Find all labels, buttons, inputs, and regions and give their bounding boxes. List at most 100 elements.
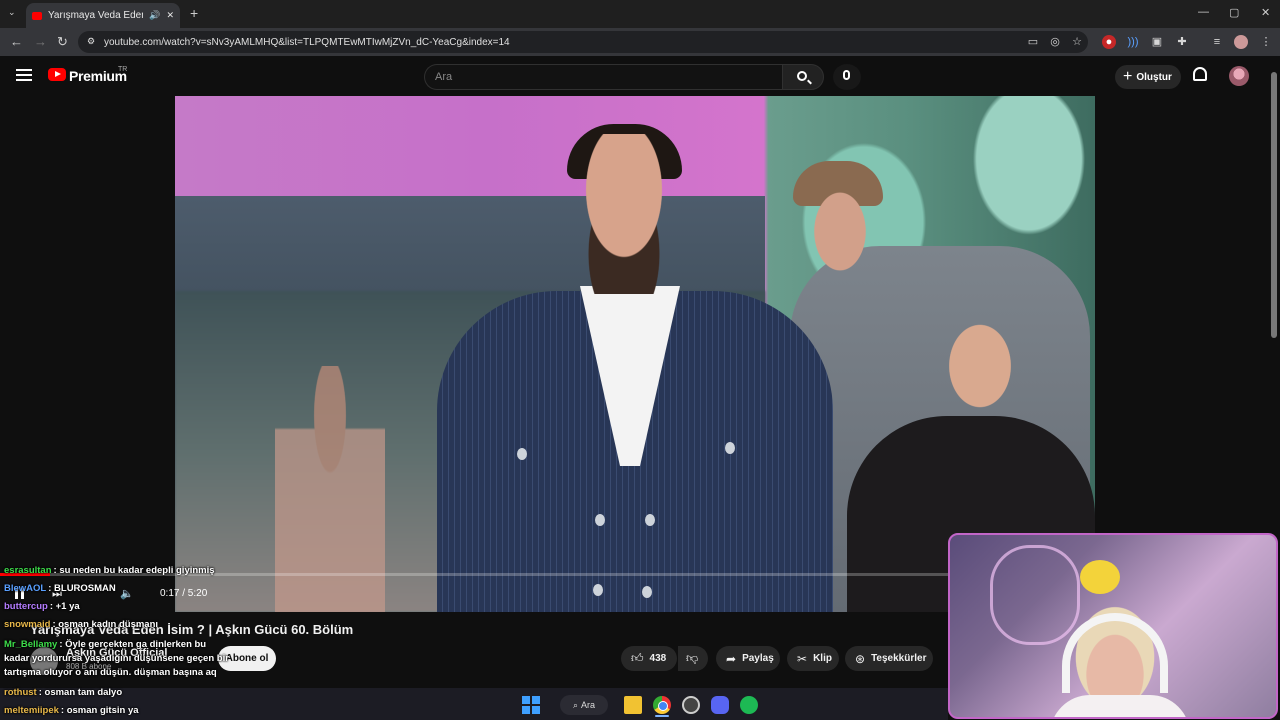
windows-start-icon[interactable] <box>522 696 540 714</box>
windows-taskbar <box>0 688 948 720</box>
plush-toy <box>1080 560 1120 594</box>
thanks-button[interactable]: ⊛ Teşekkürler <box>845 646 933 671</box>
like-button[interactable]: 👍︎ 438 <box>621 646 677 671</box>
cast-icon[interactable]: ▭ <box>1026 35 1040 49</box>
chat-text: : osman kadın düşmanı <box>52 619 159 630</box>
eye-off-icon[interactable]: ◎ <box>1048 35 1062 49</box>
bookmark-star-icon[interactable]: ☆ <box>1070 35 1084 49</box>
chat-message: snowmaid: osman kadın düşmanı <box>4 619 158 631</box>
thumbs-up-icon: 👍︎ <box>631 651 644 665</box>
scissors-icon: ✂ <box>797 651 808 666</box>
taskbar-search[interactable]: ⌕ Ara <box>560 695 608 715</box>
file-explorer-icon[interactable] <box>624 696 642 714</box>
spotify-icon[interactable] <box>740 696 758 714</box>
extensions-puzzle-icon[interactable]: ✚ <box>1175 35 1189 49</box>
hamburger-menu-icon[interactable] <box>16 69 32 81</box>
new-tab-button[interactable]: + <box>190 5 198 21</box>
active-app-indicator <box>655 715 669 717</box>
chat-text: : Öyle gerçekten ga dinlerken bu <box>59 639 207 650</box>
browser-toolbar: ← → ↻ ⚙ youtube.com/watch?v=sNv3yAMLMHQ&… <box>0 28 1280 56</box>
tab-title: Yarışmaya Veda Eden İsim ? <box>48 10 143 21</box>
youtube-logo-icon[interactable] <box>48 68 66 81</box>
tab-close-icon[interactable]: ✕ <box>166 10 174 21</box>
voice-search-button[interactable] <box>833 64 861 90</box>
chat-message: meltemiipek: osman gitsin ya <box>4 705 139 717</box>
reading-list-icon[interactable]: ≡ <box>1210 35 1224 49</box>
discord-icon[interactable] <box>711 696 729 714</box>
extension-audio-icon[interactable]: ))) <box>1126 35 1140 49</box>
chat-username[interactable]: BlewAOL <box>4 583 46 594</box>
forward-icon[interactable]: → <box>34 34 47 49</box>
taskbar-search-label: Ara <box>581 700 596 710</box>
thanks-label: Teşekkürler <box>871 653 927 664</box>
extension-twitch-icon[interactable]: ▣ <box>1150 35 1164 49</box>
chat-text: : su neden bu kadar edepli giyinmiş <box>53 565 215 576</box>
man-black-head <box>935 306 1025 426</box>
chat-message: buttercup: +1 ya <box>4 601 80 613</box>
extension-record-icon[interactable]: ● <box>1102 35 1116 49</box>
chat-text: tartışma oluyor o anı düşün. düşman başı… <box>4 667 217 678</box>
youtube-favicon-icon <box>32 11 42 20</box>
search-input[interactable]: Ara <box>424 64 782 90</box>
address-bar[interactable]: ⚙ youtube.com/watch?v=sNv3yAMLMHQ&list=T… <box>78 31 1088 53</box>
volume-icon[interactable]: 🔈 <box>120 587 134 600</box>
maximize-button[interactable]: ▢ <box>1229 6 1239 19</box>
thumbs-down-icon: 👎︎ <box>686 651 699 665</box>
clip-button[interactable]: ✂ Klip <box>787 646 839 671</box>
search-icon: ⌕ <box>572 699 579 710</box>
chat-message: kadar yordurursa yaşadığını düşünsene ge… <box>4 653 229 665</box>
chat-message: BlewAOL: BLUROSMAN <box>4 583 116 595</box>
chat-username[interactable]: meltemiipek <box>4 705 59 716</box>
chat-username[interactable]: esrasultan <box>4 565 52 576</box>
browser-tab-bar: ⌄ Yarışmaya Veda Eden İsim ? 🔊 ✕ + — ▢ ✕ <box>0 0 1280 28</box>
suit-button <box>593 584 603 596</box>
search-button[interactable] <box>782 64 824 90</box>
chat-message: tartışma oluyor o anı düşün. düşman başı… <box>4 667 217 679</box>
suit-button <box>725 442 735 454</box>
chat-message: Mr_Bellamy: Öyle gerçekten ga dinlerken … <box>4 639 206 651</box>
youtube-header: Premium TR Ara + Oluştur <box>0 56 1280 96</box>
account-avatar[interactable] <box>1229 66 1249 86</box>
suit-button <box>517 448 527 460</box>
clip-label: Klip <box>813 653 832 664</box>
notifications-bell-icon[interactable] <box>1193 67 1207 81</box>
close-window-button[interactable]: ✕ <box>1261 6 1270 19</box>
man-head <box>565 134 683 294</box>
streamer-webcam <box>948 533 1278 719</box>
page-scrollbar[interactable] <box>1271 72 1277 338</box>
back-icon[interactable]: ← <box>10 34 23 49</box>
chat-text: : BLUROSMAN <box>48 583 116 594</box>
create-button[interactable]: + Oluştur <box>1115 65 1181 89</box>
browser-tab[interactable]: Yarışmaya Veda Eden İsim ? 🔊 ✕ <box>26 3 180 28</box>
chat-username[interactable]: buttercup <box>4 601 48 612</box>
obs-icon[interactable] <box>682 696 700 714</box>
chat-text: kadar yordurursa yaşadığını düşünsene ge… <box>4 653 229 664</box>
chat-username[interactable]: snowmaid <box>4 619 50 630</box>
chat-text: : +1 ya <box>49 601 80 612</box>
microphone-icon <box>843 70 850 80</box>
suit-button <box>595 514 605 526</box>
chat-message: rothust: osman tam dalyo <box>4 687 122 699</box>
thanks-dollar-icon: ⊛ <box>855 651 866 666</box>
tab-search-chevron-icon[interactable]: ⌄ <box>8 7 16 18</box>
chat-username[interactable]: rothust <box>4 687 37 698</box>
minimize-button[interactable]: — <box>1198 6 1209 18</box>
menu-dots-icon[interactable]: ⋮ <box>1259 35 1273 49</box>
chrome-icon[interactable] <box>653 696 671 714</box>
share-button[interactable]: ➦ Paylaş <box>716 646 780 671</box>
share-arrow-icon: ➦ <box>726 651 737 666</box>
like-count: 438 <box>649 653 667 664</box>
dislike-button[interactable]: 👎︎ <box>678 646 708 671</box>
suit-button <box>645 514 655 526</box>
streamer-shirt <box>1050 695 1190 717</box>
reload-icon[interactable]: ↻ <box>57 34 68 50</box>
search-placeholder: Ara <box>435 71 453 83</box>
audio-playing-icon[interactable]: 🔊 <box>149 10 160 21</box>
chat-text: : osman gitsin ya <box>60 705 139 716</box>
chat-username[interactable]: Mr_Bellamy <box>4 639 57 650</box>
profile-avatar-icon[interactable] <box>1234 35 1248 49</box>
time-display: 0:17 / 5:20 <box>160 588 208 599</box>
site-info-icon[interactable]: ⚙ <box>87 36 95 47</box>
share-label: Paylaş <box>742 653 774 664</box>
chat-text: : osman tam dalyo <box>38 687 123 698</box>
